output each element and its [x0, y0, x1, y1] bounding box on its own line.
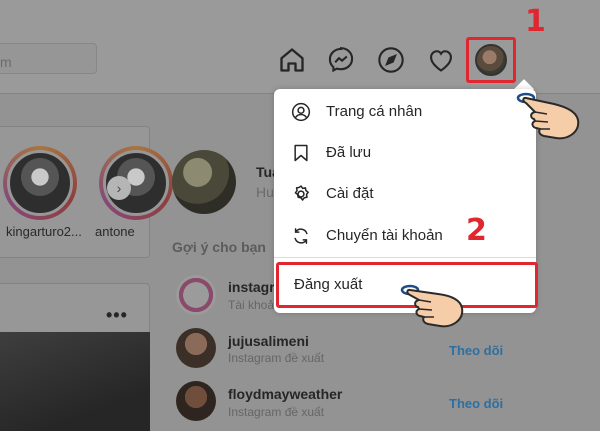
- bookmark-icon: [290, 142, 312, 164]
- step-number-1: 1: [525, 4, 546, 39]
- more-options-icon[interactable]: •••: [106, 305, 128, 326]
- suggestion-subtitle: Instagram đề xuất: [228, 351, 325, 365]
- suggestion-username[interactable]: floydmayweather: [228, 386, 342, 402]
- follow-button[interactable]: Theo dõi: [449, 343, 503, 358]
- story-name: kingarturo2...: [6, 224, 82, 239]
- home-icon[interactable]: [277, 45, 307, 75]
- story-avatar[interactable]: [3, 146, 77, 220]
- chevron-right-icon[interactable]: ›: [107, 176, 131, 200]
- post-image: [0, 332, 150, 431]
- menu-item-label: Đã lưu: [326, 144, 372, 161]
- menu-item-saved[interactable]: Đã lưu: [274, 131, 536, 174]
- menu-item-label: Trang cá nhân: [326, 103, 423, 120]
- messenger-icon[interactable]: [326, 45, 356, 75]
- suggestion-username[interactable]: jujusalimeni: [228, 333, 309, 349]
- suggestions-title: Gợi ý cho bạn: [172, 239, 266, 255]
- suggestion-avatar[interactable]: [176, 328, 216, 368]
- avatar: [475, 44, 507, 76]
- profile-menu-button[interactable]: [466, 37, 516, 83]
- profile-icon: [290, 101, 312, 123]
- pointing-hand-icon: [400, 284, 464, 328]
- menu-item-label: Cài đặt: [326, 185, 374, 202]
- step-number-2: 2: [466, 213, 487, 248]
- pointing-hand-icon: [516, 92, 580, 140]
- heart-icon[interactable]: [426, 45, 456, 75]
- logout-label: Đăng xuất: [294, 276, 363, 293]
- switch-account-icon: [290, 225, 312, 247]
- profile-fullname: Hu: [256, 184, 274, 200]
- menu-item-profile[interactable]: Trang cá nhân: [274, 90, 536, 133]
- suggestion-avatar[interactable]: [176, 381, 216, 421]
- menu-item-settings[interactable]: Cài đặt: [274, 172, 536, 215]
- follow-button[interactable]: Theo dõi: [449, 396, 503, 411]
- settings-icon: [290, 183, 312, 205]
- explore-icon[interactable]: [376, 45, 406, 75]
- story-name: antone: [95, 224, 135, 239]
- suggestion-subtitle: Instagram đề xuất: [228, 405, 325, 419]
- search-input[interactable]: [0, 43, 97, 74]
- search-placeholder: m: [0, 54, 12, 70]
- suggestion-avatar[interactable]: [176, 275, 216, 315]
- menu-item-switch-account[interactable]: Chuyển tài khoản: [274, 214, 536, 257]
- profile-avatar[interactable]: [172, 150, 236, 214]
- menu-item-label: Chuyển tài khoản: [326, 227, 443, 244]
- menu-divider: [274, 257, 536, 258]
